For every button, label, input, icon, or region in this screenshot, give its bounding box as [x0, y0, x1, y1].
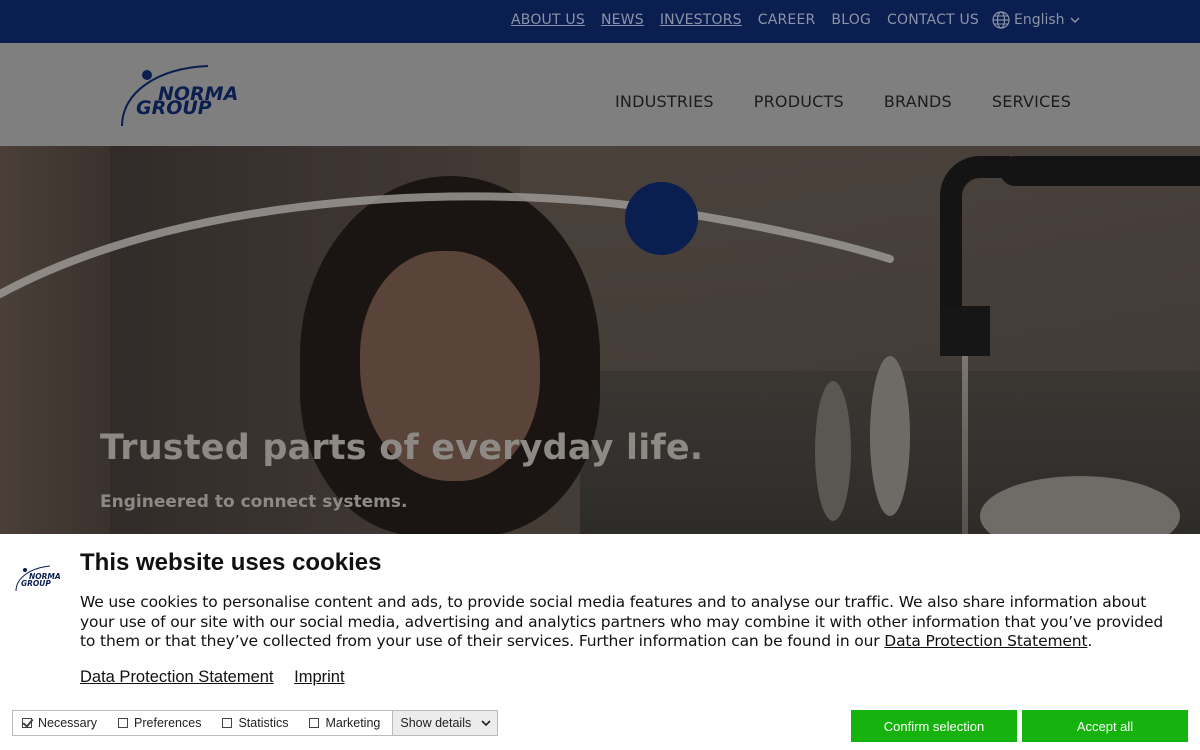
- main-nav-products[interactable]: PRODUCTS: [754, 92, 844, 111]
- show-details-select[interactable]: Show details: [392, 711, 498, 735]
- top-nav-contact-us[interactable]: CONTACT US: [887, 12, 979, 28]
- cookie-inline-data-protection-link[interactable]: Data Protection Statement: [884, 632, 1087, 650]
- cookie-logo-text-group: GROUP: [21, 579, 51, 588]
- cookie-option-label: Marketing: [325, 716, 381, 730]
- hero-banner: Trusted parts of everyday life. Engineer…: [0, 146, 1200, 534]
- chevron-down-icon: [481, 719, 491, 726]
- cookie-links: Data Protection Statement Imprint: [80, 668, 361, 687]
- cookie-option-marketing[interactable]: Marketing: [300, 716, 392, 730]
- top-nav-news[interactable]: NEWS: [601, 12, 644, 28]
- top-nav: ABOUT US NEWS INVESTORS CAREER BLOG CONT…: [511, 12, 995, 28]
- cookie-title: This website uses cookies: [80, 549, 382, 576]
- language-label: English: [1014, 12, 1065, 28]
- cookie-option-label: Necessary: [38, 716, 98, 730]
- checkbox-preferences[interactable]: [118, 718, 129, 728]
- checkbox-marketing[interactable]: [309, 718, 320, 728]
- checkbox-necessary[interactable]: [22, 718, 32, 728]
- cookie-description: We use cookies to personalise content an…: [80, 593, 1180, 652]
- top-nav-about-us[interactable]: ABOUT US: [511, 12, 585, 28]
- cookie-option-statistics[interactable]: Statistics: [213, 716, 300, 730]
- cookie-description-end: .: [1087, 632, 1093, 650]
- globe-icon: [992, 11, 1010, 29]
- hero-title: Trusted parts of everyday life.: [100, 428, 704, 468]
- cookie-banner-logo: NORMA GROUP: [14, 564, 66, 596]
- main-nav-industries[interactable]: INDUSTRIES: [615, 92, 714, 111]
- confirm-selection-button[interactable]: Confirm selection: [851, 710, 1017, 742]
- top-nav-investors[interactable]: INVESTORS: [660, 12, 742, 28]
- cookie-option-label: Statistics: [238, 716, 289, 730]
- hero-arc-decoration: [0, 192, 894, 298]
- top-nav-blog[interactable]: BLOG: [831, 12, 871, 28]
- main-nav-services[interactable]: SERVICES: [992, 92, 1071, 111]
- main-nav-brands[interactable]: BRANDS: [884, 92, 952, 111]
- site-header: NORMA GROUP INDUSTRIES PRODUCTS BRANDS S…: [0, 43, 1200, 146]
- data-protection-statement-link[interactable]: Data Protection Statement: [80, 668, 274, 686]
- cookie-option-label: Preferences: [134, 716, 202, 730]
- top-nav-career[interactable]: CAREER: [758, 12, 816, 28]
- cookie-option-necessary[interactable]: Necessary: [13, 716, 109, 730]
- logo-text-group: GROUP: [136, 97, 212, 119]
- hero-subtitle: Engineered to connect systems.: [100, 492, 408, 512]
- norma-group-logo[interactable]: NORMA GROUP: [118, 62, 252, 132]
- show-details-label: Show details: [400, 716, 472, 730]
- top-bar: ABOUT US NEWS INVESTORS CAREER BLOG CONT…: [0, 0, 1200, 43]
- hero-dot-decoration: [625, 182, 698, 255]
- main-nav: INDUSTRIES PRODUCTS BRANDS SERVICES: [615, 92, 1111, 111]
- cookie-option-preferences[interactable]: Preferences: [109, 716, 213, 730]
- checkbox-statistics[interactable]: [222, 718, 233, 728]
- language-selector[interactable]: English: [992, 11, 1084, 29]
- chevron-down-icon: [1070, 16, 1080, 23]
- imprint-link[interactable]: Imprint: [294, 668, 344, 686]
- accept-all-button[interactable]: Accept all: [1022, 710, 1188, 742]
- cookie-banner: NORMA GROUP This website uses cookies We…: [0, 534, 1200, 750]
- cookie-options: Necessary Preferences Statistics Marketi…: [12, 710, 499, 736]
